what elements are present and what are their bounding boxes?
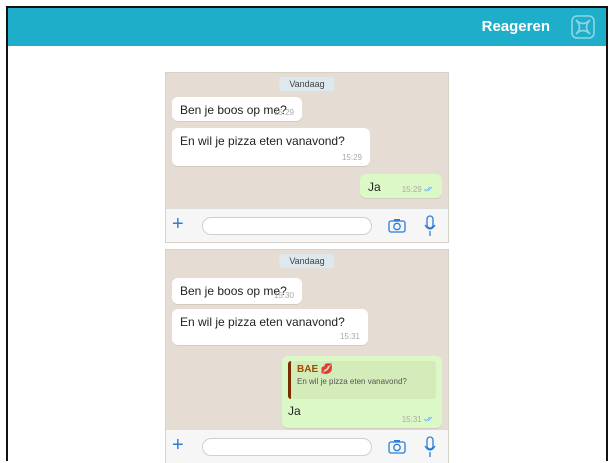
microphone-icon[interactable]: [424, 215, 436, 237]
message-text: Ja: [368, 180, 381, 194]
message-time: 15:31: [339, 332, 360, 341]
incoming-message: Ben je boos op me? 15:29: [172, 97, 302, 121]
message-text: Ben je boos op me?: [180, 103, 287, 117]
quoted-text: En wil je pizza eten vanavond?: [297, 377, 407, 386]
slide-frame: Reageren Vandaag Ben je boos op me? 15:2…: [6, 6, 608, 463]
message-input-bar: +: [166, 208, 448, 242]
microphone-icon[interactable]: [424, 436, 436, 458]
message-time: 15:29: [341, 153, 362, 162]
message-time: 15:31: [401, 415, 422, 424]
message-time: 15:29: [273, 108, 294, 117]
incoming-message: Ben je boos op me? 15:30: [172, 278, 302, 304]
message-text: Ben je boos op me?: [180, 284, 287, 298]
message-input[interactable]: [202, 217, 372, 235]
chat-screenshot-1: Vandaag Ben je boos op me? 15:29 En wil …: [166, 73, 448, 242]
plus-icon[interactable]: +: [172, 435, 184, 455]
date-label: Vandaag: [279, 254, 335, 268]
chat-screenshot-2: Vandaag Ben je boos op me? 15:30 En wil …: [166, 250, 448, 463]
double-check-icon: [423, 186, 433, 192]
reply-author: BAE: [297, 364, 319, 375]
outgoing-reply-message: BAE 💋 En wil je pizza eten vanavond? Ja …: [282, 356, 442, 428]
incoming-message: En wil je pizza eten vanavond? 15:29: [172, 128, 370, 166]
kiss-lips-icon: 💋: [320, 364, 334, 375]
date-label: Vandaag: [279, 77, 335, 91]
camera-icon[interactable]: [388, 438, 406, 456]
outgoing-message: Ja 15:29: [360, 174, 442, 198]
message-text: En wil je pizza eten vanavond?: [180, 134, 345, 148]
message-text: En wil je pizza eten vanavond?: [180, 315, 345, 329]
incoming-message: En wil je pizza eten vanavond? 15:31: [172, 309, 368, 345]
message-time: 15:29: [401, 185, 422, 194]
message-input-bar: +: [166, 429, 448, 463]
double-check-icon: [423, 416, 433, 422]
top-bar: Reageren: [8, 8, 606, 46]
quoted-message[interactable]: BAE 💋 En wil je pizza eten vanavond?: [288, 361, 436, 399]
reageren-title: Reageren: [481, 18, 550, 35]
camera-icon[interactable]: [388, 217, 406, 235]
plus-icon[interactable]: +: [172, 214, 184, 234]
knot-logo-icon: [571, 15, 595, 39]
message-input[interactable]: [202, 438, 372, 456]
message-time: 15:30: [273, 291, 294, 300]
